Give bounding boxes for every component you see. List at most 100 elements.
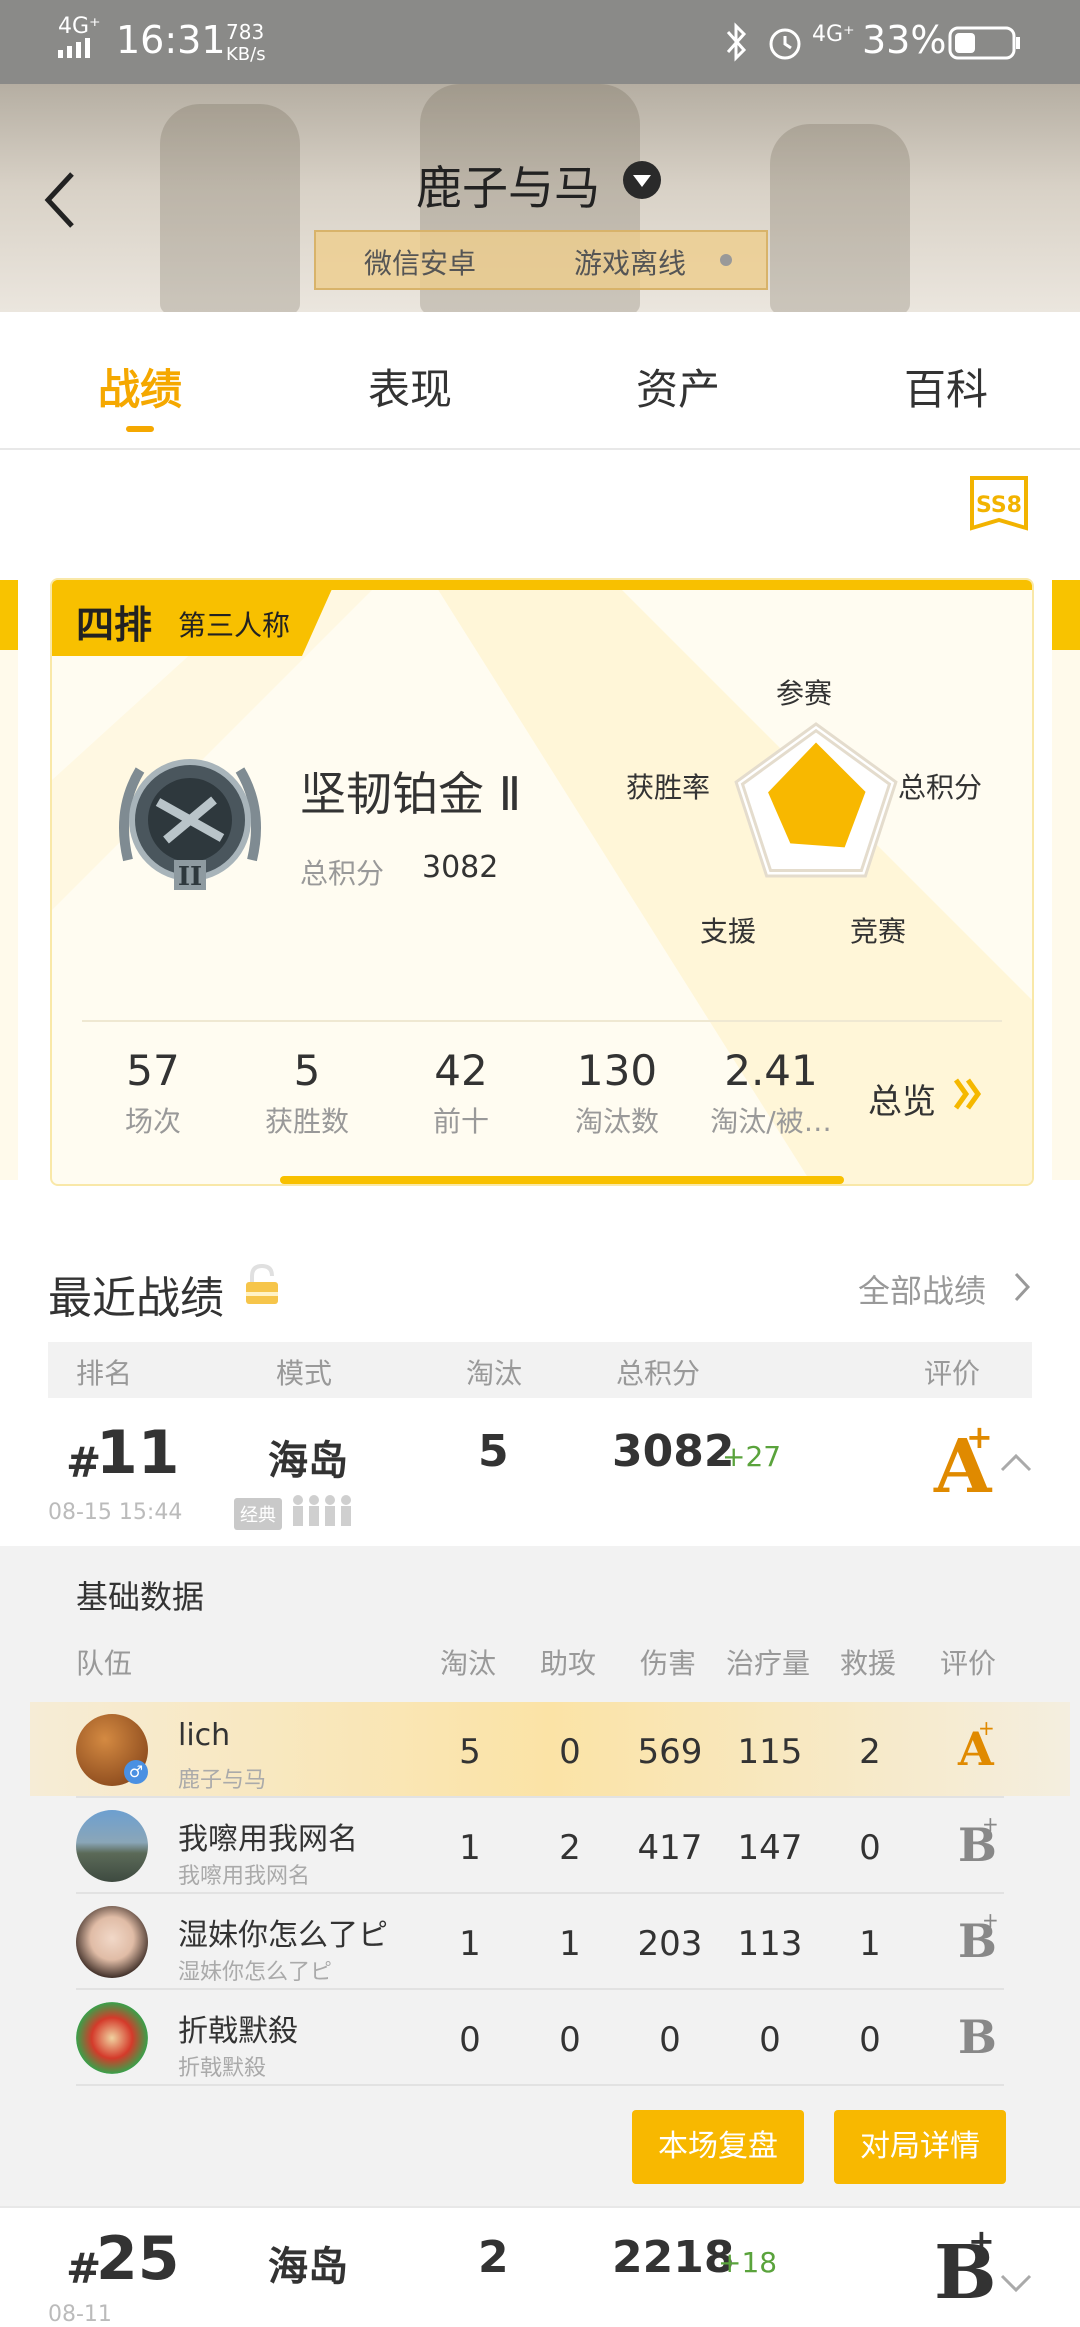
- player-sub: 折戟默殺: [178, 2056, 267, 2081]
- all-records-link[interactable]: 全部战绩: [858, 1266, 1038, 1314]
- grade-plus-icon: +: [982, 1908, 999, 1932]
- expand-chevron-down-icon[interactable]: [1000, 2272, 1032, 2298]
- clock: 16:31: [116, 18, 226, 62]
- stat-kills-label: 淘汰数: [574, 1105, 659, 1138]
- player-rescue: 0: [859, 1828, 881, 1868]
- replay-button[interactable]: 本场复盘: [632, 2110, 804, 2184]
- status-dot: [720, 254, 732, 266]
- grade-plus-icon: +: [978, 1716, 995, 1740]
- player-sub: 湿妹你怎么了ピ: [178, 1960, 333, 1985]
- match-mode-tag: 经典: [234, 1498, 282, 1530]
- match-score: 2218: [612, 2232, 735, 2283]
- match-kills: 2: [478, 2232, 509, 2283]
- player-kills: 5: [459, 1732, 481, 1772]
- match-date: 08-11: [48, 2302, 112, 2327]
- match-rank: 11: [96, 1418, 180, 1488]
- signal-icon: [58, 38, 98, 62]
- next-card-body: [1052, 650, 1080, 1180]
- stat-wins-value: 5: [293, 1046, 321, 1095]
- records-table-header: [48, 1342, 1032, 1398]
- rank-name: 坚韧铂金 Ⅱ: [300, 767, 522, 821]
- player-damage: 417: [637, 1828, 703, 1868]
- col-rank: 排名: [76, 1357, 133, 1390]
- card-carousel-indicator: [280, 1176, 844, 1184]
- grade-plus-icon: +: [968, 2222, 995, 2260]
- next-card-edge[interactable]: [1052, 580, 1080, 650]
- platform-label: 微信安卓: [364, 247, 477, 280]
- player-sub: 我嚓用我网名: [178, 1864, 311, 1889]
- stat-kd-label: 淘汰/被…: [710, 1105, 832, 1138]
- card-divider: [82, 1020, 1002, 1022]
- back-button[interactable]: [40, 170, 100, 230]
- avatar: [76, 1906, 148, 1978]
- avatar: [76, 2002, 148, 2074]
- detail-col-kills: 淘汰: [440, 1647, 497, 1680]
- prev-card-edge[interactable]: [0, 580, 18, 650]
- match-score: 3082: [612, 1426, 735, 1477]
- score-value: 3082: [422, 850, 499, 885]
- col-mode: 模式: [276, 1357, 333, 1390]
- stat-top10-value: 42: [434, 1046, 488, 1095]
- player-sub: 鹿子与马: [178, 1768, 267, 1793]
- player-name: 折戟默殺: [178, 2014, 298, 2049]
- radar-chart: [734, 722, 898, 878]
- player-heal: 115: [737, 1732, 803, 1772]
- match-score-delta: +18: [718, 2246, 778, 2279]
- match-map: 海岛: [268, 2244, 348, 2290]
- double-chevron-right-icon: [952, 1076, 984, 1116]
- perspective-label: 第三人称: [178, 609, 291, 642]
- player-heal: 0: [759, 2020, 781, 2060]
- player-grade: B: [958, 2010, 997, 2064]
- radar-label-left: 获胜率: [626, 771, 711, 804]
- detail-col-damage: 伤害: [640, 1647, 697, 1680]
- stat-wins-label: 获胜数: [264, 1105, 349, 1138]
- player-heal: 113: [737, 1924, 803, 1964]
- player-damage: 569: [637, 1732, 703, 1772]
- match-detail-button[interactable]: 对局详情: [834, 2110, 1006, 2184]
- player-kills: 0: [459, 2020, 481, 2060]
- stat-matches-value: 57: [126, 1046, 180, 1095]
- player-name: 湿妹你怎么了ピ: [178, 1918, 388, 1953]
- detail-col-rescue: 救援: [840, 1647, 897, 1680]
- tab-performance[interactable]: 表现: [320, 356, 500, 417]
- grade-plus-icon: +: [982, 1812, 999, 1836]
- match-score-delta: +27: [722, 1440, 782, 1473]
- stat-kills-value: 130: [576, 1046, 658, 1095]
- player-damage: 0: [659, 2020, 681, 2060]
- account-switch-dropdown[interactable]: [622, 160, 662, 200]
- match-map: 海岛: [268, 1438, 348, 1484]
- player-name: lich: [178, 1718, 231, 1753]
- speed-unit: KB/s: [226, 44, 266, 65]
- radar-label-right: 总积分: [898, 771, 983, 804]
- online-status: 游戏离线: [574, 247, 687, 280]
- tab-assets[interactable]: 资产: [588, 356, 768, 417]
- player-damage: 203: [637, 1924, 703, 1964]
- tab-encyclopedia[interactable]: 百科: [856, 356, 1036, 417]
- radar-label-bottom-left: 支援: [700, 915, 757, 948]
- recent-records-title: 最近战绩: [48, 1273, 224, 1324]
- match-kills: 5: [478, 1426, 509, 1477]
- alarm-icon: [766, 22, 804, 66]
- background-art: [770, 124, 910, 312]
- player-name: 鹿子与马: [416, 161, 600, 215]
- player-kills: 1: [459, 1924, 481, 1964]
- svg-text:II: II: [178, 862, 202, 892]
- bluetooth-icon: [722, 22, 750, 66]
- overview-link[interactable]: 总览: [868, 1074, 988, 1124]
- stat-matches-label: 场次: [124, 1105, 181, 1138]
- score-label: 总积分: [300, 857, 385, 890]
- battery-text: 33%: [862, 18, 947, 62]
- col-score: 总积分: [616, 1357, 701, 1390]
- speed-value: 783: [226, 20, 265, 44]
- collapse-chevron-up-icon[interactable]: [1000, 1452, 1032, 1478]
- player-name: 我嚓用我网名: [178, 1822, 358, 1857]
- network-indicator: 4G⁺: [58, 14, 101, 39]
- stat-kd-value: 2.41: [724, 1046, 818, 1095]
- grade-plus-icon: +: [966, 1418, 993, 1456]
- season-label: SS8: [976, 493, 1022, 518]
- rank-emblem-icon: II: [110, 740, 270, 900]
- match-rank: 25: [96, 2224, 180, 2294]
- col-grade: 评价: [924, 1357, 981, 1390]
- tab-records[interactable]: 战绩: [50, 356, 230, 417]
- season-badge[interactable]: SS8: [968, 474, 1030, 532]
